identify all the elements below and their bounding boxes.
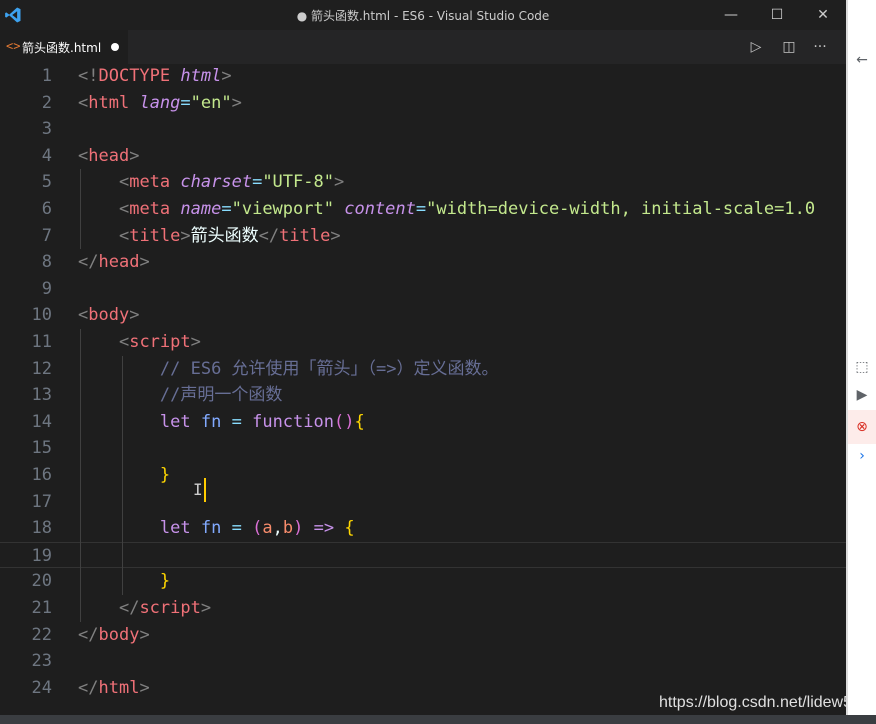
code-line[interactable]: 19	[0, 541, 846, 569]
code-text[interactable]: // ES6 允许使用「箭头」（=>）定义函数。	[78, 356, 499, 383]
line-number: 8	[41, 252, 52, 273]
editor-tab[interactable]: <> 箭头函数.html	[0, 30, 128, 64]
line-number: 5	[41, 172, 52, 193]
code-text[interactable]: <html lang="en">	[78, 90, 242, 117]
line-number: 19	[31, 545, 52, 566]
line-number: 3	[41, 119, 52, 140]
code-line[interactable]: 20 }	[0, 568, 846, 595]
code-line[interactable]: 22 </body>	[0, 622, 846, 649]
line-number: 14	[31, 411, 52, 432]
line-number: 2	[41, 92, 52, 113]
error-icon: ⊗	[848, 410, 876, 444]
tab-label: 箭头函数.html	[22, 41, 102, 55]
maximize-button[interactable]: ☐	[754, 0, 800, 30]
more-actions-icon[interactable]: ···	[808, 36, 832, 58]
indent-guide	[122, 355, 123, 595]
line-number: 17	[31, 491, 52, 512]
code-text[interactable]: <title>箭头函数</title>	[78, 223, 341, 250]
code-text[interactable]: }	[78, 462, 170, 489]
code-line[interactable]: 8 </head>	[0, 249, 846, 276]
tab-bar: <> 箭头函数.html ▷ ◫ ···	[0, 30, 846, 64]
line-number: 10	[31, 305, 52, 326]
code-line[interactable]: 3	[0, 116, 846, 143]
line-number: 11	[31, 332, 52, 352]
code-line[interactable]: 10 <body>	[0, 302, 846, 329]
unsaved-dot-icon[interactable]	[111, 43, 119, 51]
minimize-button[interactable]: —	[708, 0, 754, 30]
line-number: 12	[31, 358, 52, 379]
mouse-ibeam-cursor: I	[193, 480, 203, 499]
run-icon[interactable]: ▷	[744, 36, 768, 58]
code-line[interactable]: 14 let fn = function(){	[0, 409, 846, 436]
code-text[interactable]: </html>	[78, 675, 150, 702]
code-line[interactable]: 16 }	[0, 462, 846, 489]
code-line[interactable]: 7 <title>箭头函数</title>	[0, 223, 846, 250]
code-line[interactable]: 5 <meta charset="UTF-8">	[0, 169, 846, 196]
code-line[interactable]: 23	[0, 648, 846, 675]
line-number: 23	[31, 651, 52, 672]
split-editor-icon[interactable]: ◫	[777, 36, 801, 58]
code-text[interactable]: </head>	[78, 249, 150, 276]
watermark: https://blog.csdn.net/lidew521	[659, 694, 870, 711]
code-line[interactable]: 12 // ES6 允许使用「箭头」（=>）定义函数。	[0, 356, 846, 383]
line-number: 9	[41, 278, 52, 299]
code-line[interactable]: 4 <head>	[0, 143, 846, 170]
code-line[interactable]: 1 <!DOCTYPE html>	[0, 64, 846, 90]
line-number: 4	[41, 145, 52, 166]
line-number: 16	[31, 465, 52, 485]
code-text[interactable]: //声明一个函数	[78, 382, 282, 409]
line-number: 21	[31, 598, 52, 618]
line-number: 7	[41, 225, 52, 246]
line-number: 6	[41, 199, 52, 219]
line-number: 22	[31, 624, 52, 645]
code-line[interactable]: 6 <meta name="viewport" content="width=d…	[0, 196, 846, 223]
code-line[interactable]: 11 <script>	[0, 329, 846, 356]
code-text[interactable]: <head>	[78, 143, 139, 170]
indent-guide	[80, 329, 81, 622]
expand-icon[interactable]: ›	[848, 445, 876, 467]
code-text[interactable]: </script>	[78, 595, 211, 622]
line-number: 18	[31, 518, 52, 539]
code-text[interactable]: <script>	[78, 329, 201, 356]
indent-guide	[80, 169, 81, 250]
code-line[interactable]: 17	[0, 489, 846, 516]
back-icon[interactable]: ←	[848, 48, 876, 72]
code-line[interactable]: 15	[0, 435, 846, 462]
code-text[interactable]: <!DOCTYPE html>	[78, 64, 232, 90]
html-file-icon: <>	[6, 39, 21, 53]
code-editor[interactable]: 1 <!DOCTYPE html> 2 <html lang="en"> 3 4 <head…	[0, 64, 846, 715]
line-number: 1	[41, 66, 52, 86]
code-line[interactable]: 2 <html lang="en">	[0, 90, 846, 117]
code-text[interactable]: <meta name="viewport" content="width=dev…	[78, 196, 815, 223]
browser-side-panel: ← ⬚ ▶ ⊗ ›	[846, 0, 876, 715]
code-line[interactable]: 13 //声明一个函数	[0, 382, 846, 409]
code-text[interactable]: <body>	[78, 302, 139, 329]
code-text[interactable]: </body>	[78, 622, 150, 649]
line-number: 15	[31, 438, 52, 459]
code-text[interactable]: }	[78, 568, 170, 595]
code-text[interactable]: let fn = function(){	[78, 409, 365, 436]
media-icon[interactable]: ▶	[848, 383, 876, 407]
inspect-icon[interactable]: ⬚	[848, 355, 876, 379]
text-cursor	[204, 478, 206, 502]
code-line[interactable]: 9	[0, 276, 846, 303]
close-button[interactable]: ✕	[800, 0, 846, 30]
line-number: 13	[31, 385, 52, 406]
code-line[interactable]: 18 let fn = (a,b) => {	[0, 515, 846, 542]
line-number: 20	[31, 571, 52, 592]
code-line[interactable]: 21 </script>	[0, 595, 846, 622]
code-text[interactable]: <meta charset="UTF-8">	[78, 169, 344, 196]
status-bar	[0, 715, 876, 724]
code-text[interactable]: let fn = (a,b) => {	[78, 515, 355, 542]
line-number: 24	[31, 677, 52, 698]
title-bar: ● 箭头函数.html - ES6 - Visual Studio Code —…	[0, 0, 846, 30]
